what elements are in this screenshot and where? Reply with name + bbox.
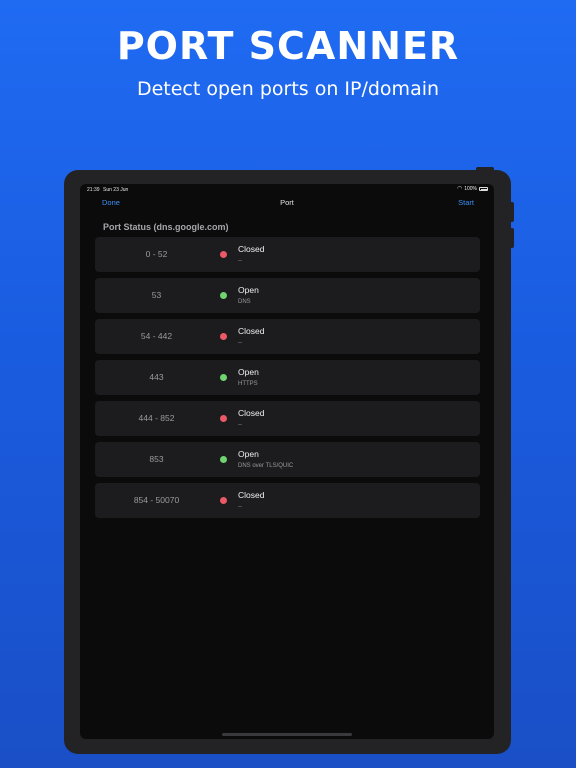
port-status-label: Open — [238, 449, 259, 459]
battery-icon — [479, 187, 488, 191]
status-right: ◠ 100% — [457, 186, 488, 192]
port-row[interactable]: 854 - 50070 Closed -- — [95, 483, 480, 518]
device-top-button — [476, 167, 494, 171]
port-status-label: Closed — [238, 408, 265, 418]
port-status-label: Closed — [238, 244, 265, 254]
status-date: Sun 23 Jun — [103, 187, 129, 193]
device-volume-down-button — [510, 228, 514, 248]
closed-status-dot-icon — [220, 415, 227, 422]
port-service-label: DNS over TLS/QUIC — [238, 463, 294, 469]
port-status-label: Open — [238, 367, 259, 377]
wifi-icon: ◠ — [456, 186, 463, 192]
port-service-label: -- — [238, 258, 242, 264]
port-range: 853 — [149, 454, 164, 464]
port-row[interactable]: 443 Open HTTPS — [95, 360, 480, 395]
port-range: 444 - 852 — [138, 413, 175, 423]
port-service-label: -- — [238, 340, 242, 346]
battery-percent: 100% — [464, 186, 477, 192]
home-indicator[interactable] — [222, 733, 352, 736]
port-status-label: Open — [238, 285, 259, 295]
port-range: 53 — [151, 290, 162, 300]
port-row[interactable]: 54 - 442 Closed -- — [95, 319, 480, 354]
promo-title: PORT SCANNER — [116, 24, 460, 68]
port-service-label: DNS — [238, 299, 251, 305]
port-status-label: Closed — [238, 490, 265, 500]
closed-status-dot-icon — [220, 251, 227, 258]
port-range: 854 - 50070 — [133, 495, 180, 505]
section-header: Port Status (dns.google.com) — [103, 222, 229, 232]
start-button[interactable]: Start — [458, 198, 474, 207]
device-screen: 21:39 Sun 23 Jun ◠ 100% Done Port Start … — [80, 184, 494, 739]
port-status-label: Closed — [238, 326, 265, 336]
port-row[interactable]: 53 Open DNS — [95, 278, 480, 313]
port-range: 0 - 52 — [145, 249, 168, 259]
port-row[interactable]: 444 - 852 Closed -- — [95, 401, 480, 436]
closed-status-dot-icon — [220, 497, 227, 504]
promo-subtitle: Detect open ports on IP/domain — [136, 78, 440, 100]
nav-bar: Done Port Start — [80, 196, 494, 210]
port-range: 443 — [149, 372, 164, 382]
status-time: 21:39 — [87, 187, 100, 193]
port-list: 0 - 52 Closed -- 53 Open DNS 54 - 442 Closed -- 4… — [95, 237, 480, 524]
open-status-dot-icon — [220, 456, 227, 463]
port-service-label: -- — [238, 422, 242, 428]
open-status-dot-icon — [220, 374, 227, 381]
open-status-dot-icon — [220, 292, 227, 299]
port-row[interactable]: 853 Open DNS over TLS/QUIC — [95, 442, 480, 477]
port-service-label: -- — [238, 504, 242, 510]
port-range: 54 - 442 — [140, 331, 173, 341]
port-row[interactable]: 0 - 52 Closed -- — [95, 237, 480, 272]
port-service-label: HTTPS — [238, 381, 258, 387]
device-volume-up-button — [510, 202, 514, 222]
status-bar: 21:39 Sun 23 Jun ◠ 100% — [80, 184, 494, 196]
closed-status-dot-icon — [220, 333, 227, 340]
nav-title: Port — [280, 198, 294, 207]
